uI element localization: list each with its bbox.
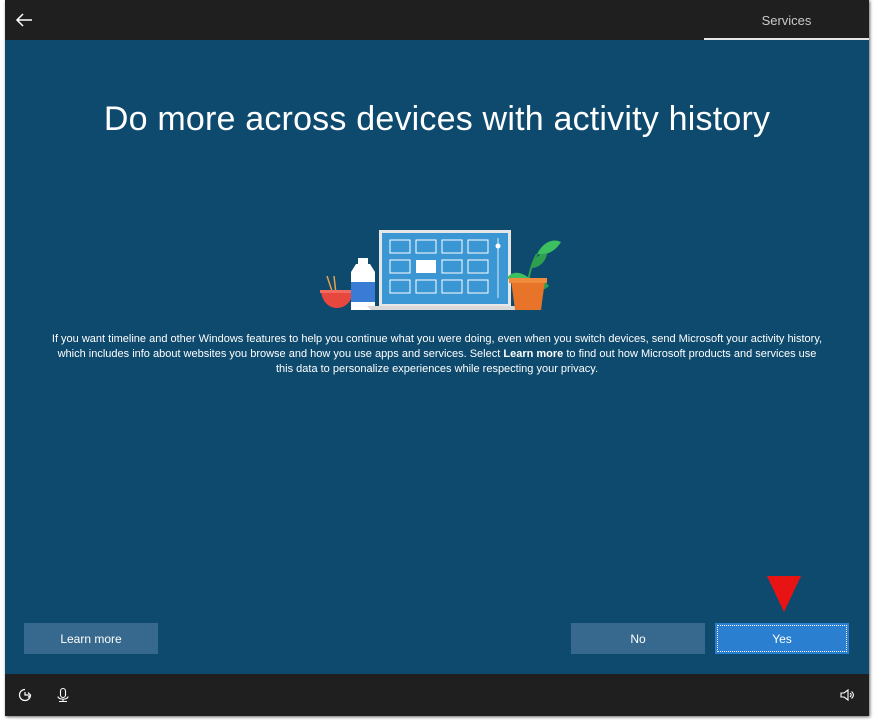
activity-history-illustration: [320, 230, 561, 310]
laptop-icon: [367, 230, 523, 310]
tab-services-underline: [704, 38, 869, 40]
page-title: Do more across devices with activity his…: [103, 100, 771, 138]
ease-of-access-icon: [18, 688, 32, 702]
tab-services-label: Services: [761, 13, 812, 28]
top-bar: Services: [5, 0, 869, 40]
learn-more-button[interactable]: Learn more: [24, 623, 158, 654]
bottom-bar: [5, 674, 869, 716]
yes-button[interactable]: Yes: [715, 623, 849, 654]
microphone-icon: [57, 687, 69, 703]
description-text: If you want timeline and other Windows f…: [51, 332, 823, 377]
back-arrow-icon: [15, 13, 32, 27]
ease-of-access-button[interactable]: [17, 687, 33, 703]
tab-services: Services: [704, 0, 869, 40]
no-button[interactable]: No: [571, 623, 705, 654]
back-button[interactable]: [13, 9, 35, 31]
plant-icon: [507, 240, 561, 310]
microphone-button[interactable]: [55, 687, 71, 703]
learn-more-inline: Learn more: [503, 348, 564, 360]
bowl-icon: [320, 275, 354, 308]
volume-button[interactable]: [839, 687, 855, 703]
bottle-icon: [351, 258, 375, 310]
volume-icon: [840, 688, 854, 702]
oobe-window: Services Do more across devices with act…: [5, 0, 869, 716]
red-down-arrow-indicator: [767, 576, 801, 612]
